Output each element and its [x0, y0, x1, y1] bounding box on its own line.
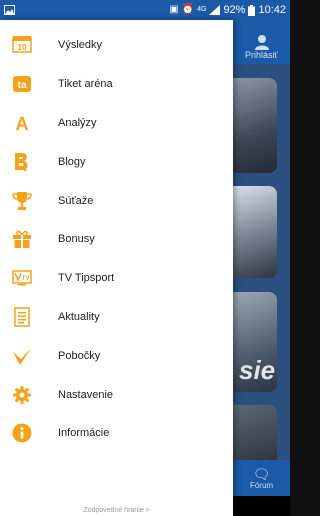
analyses-icon-text: A: [16, 114, 29, 133]
content-tile[interactable]: [233, 186, 277, 278]
menu-item-label: Pobočky: [58, 349, 101, 362]
navigation-drawer: 10 Výsledky ta Tiket aréna A Analýzy Blo…: [0, 20, 233, 516]
menu-item-ticket-arena[interactable]: ta Tiket aréna: [0, 65, 233, 104]
responsible-gaming-link[interactable]: Zodpovedné hranie >: [0, 507, 233, 514]
info-icon: [12, 423, 32, 443]
menu-item-label: Nastavenie: [58, 388, 114, 401]
drawer-menu: 10 Výsledky ta Tiket aréna A Analýzy Blo…: [0, 20, 233, 453]
gallery-notification-icon: [4, 5, 15, 15]
tile-text: sie: [239, 355, 276, 385]
app-background: Prihlásiť sie 🗨 Fórum: [233, 20, 290, 516]
forum-tab[interactable]: 🗨 Fórum: [233, 460, 290, 496]
blog-icon: [12, 152, 32, 172]
content-tile[interactable]: [233, 405, 277, 465]
analyses-icon: A: [12, 113, 32, 133]
battery-icon: [248, 4, 256, 16]
gear-icon: [12, 385, 32, 405]
menu-item-tv-tipsport[interactable]: TV TV Tipsport: [0, 259, 233, 298]
tv-icon-text: TV: [22, 276, 30, 282]
results-icon-text: 10: [18, 43, 27, 52]
menu-item-analyses[interactable]: A Analýzy: [0, 104, 233, 143]
menu-item-news[interactable]: Aktuality: [0, 298, 233, 337]
results-icon: 10: [12, 35, 32, 55]
menu-item-settings[interactable]: Nastavenie: [0, 375, 233, 414]
menu-item-label: Tiket aréna: [58, 78, 113, 91]
menu-item-label: Súťaže: [58, 194, 94, 207]
menu-item-label: Analýzy: [58, 116, 97, 129]
ticket-icon-text: ta: [18, 80, 27, 91]
trophy-icon: [12, 191, 32, 211]
chat-icon: 🗨: [252, 465, 271, 482]
app-header: Prihlásiť: [233, 20, 290, 64]
menu-item-results[interactable]: 10 Výsledky: [0, 26, 233, 65]
branch-icon: [12, 346, 32, 366]
content-tile[interactable]: [233, 78, 277, 173]
menu-item-label: Aktuality: [58, 310, 100, 323]
login-button[interactable]: Prihlásiť: [245, 50, 278, 60]
menu-item-blogs[interactable]: Blogy: [0, 142, 233, 181]
menu-item-branches[interactable]: Pobočky: [0, 336, 233, 375]
gift-icon: [12, 229, 32, 249]
alarm-icon: ⏰: [181, 4, 195, 15]
signal-icon: [209, 5, 221, 15]
menu-item-label: Výsledky: [58, 39, 103, 52]
news-icon: [12, 307, 32, 327]
user-icon[interactable]: [254, 34, 270, 50]
battery-percent: 92%: [223, 4, 246, 16]
clock: 10:42: [258, 4, 286, 16]
ticket-arena-icon: ta: [12, 74, 32, 94]
menu-item-label: TV Tipsport: [58, 272, 115, 285]
menu-item-bonuses[interactable]: Bonusy: [0, 220, 233, 259]
menu-item-label: Informácie: [58, 427, 110, 440]
tv-icon: TV: [12, 268, 32, 288]
content-tile[interactable]: sie: [233, 292, 277, 392]
forum-label: Fórum: [249, 480, 274, 490]
status-bar: ▣ ⏰ 4G 92% 10:42: [0, 0, 290, 20]
sim-icon: ▣: [169, 4, 179, 15]
menu-item-competitions[interactable]: Súťaže: [0, 181, 233, 220]
menu-item-label: Blogy: [58, 155, 86, 168]
system-nav-bar: [233, 496, 290, 516]
menu-item-label: Bonusy: [58, 233, 95, 246]
menu-item-information[interactable]: Informácie: [0, 414, 233, 453]
network-type: 4G: [197, 6, 207, 13]
